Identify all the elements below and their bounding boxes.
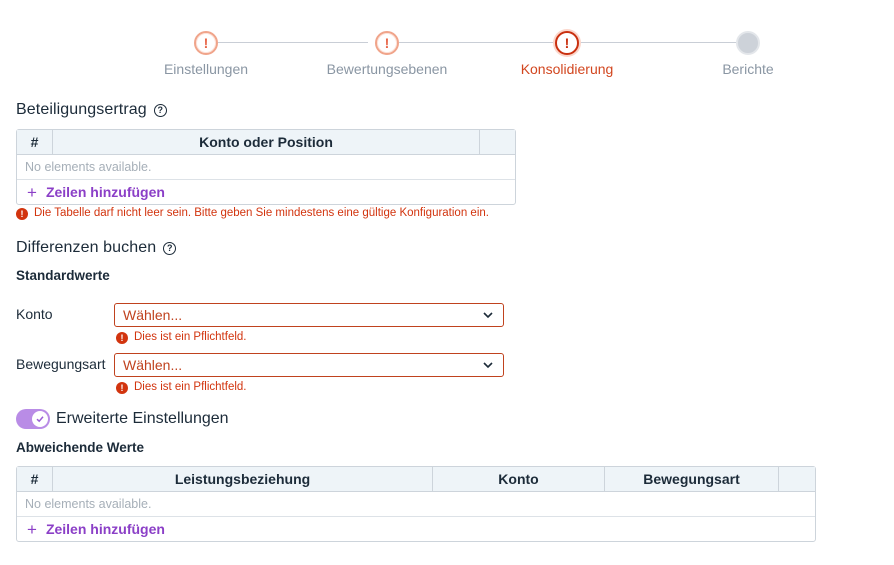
help-icon[interactable]: ? bbox=[153, 104, 167, 117]
column-header-leistungsbeziehung[interactable]: Leistungsbeziehung bbox=[53, 467, 433, 491]
abweichende-werte-table: # Leistungsbeziehung Konto Bewegungsart … bbox=[16, 466, 816, 542]
section-title-beteiligungsertrag: Beteiligungsertrag? bbox=[16, 101, 167, 119]
section-title-text: Beteiligungsertrag bbox=[16, 101, 147, 118]
bewegungsart-error-message: ! Dies ist ein Pflichtfeld. bbox=[116, 381, 247, 394]
step-label: Bewertungsebenen bbox=[326, 61, 448, 77]
advanced-settings-toggle[interactable] bbox=[16, 409, 50, 429]
step-einstellungen[interactable]: ! Einstellungen bbox=[126, 31, 286, 77]
add-rows-button[interactable]: + Zeilen hinzufügen bbox=[17, 517, 815, 541]
column-header-index[interactable]: # bbox=[17, 130, 53, 154]
bewegungsart-select[interactable]: Wählen... bbox=[114, 353, 504, 377]
chevron-down-icon bbox=[483, 312, 493, 319]
konto-error-message: ! Dies ist ein Pflichtfeld. bbox=[116, 331, 247, 344]
plus-icon: + bbox=[27, 182, 37, 202]
add-rows-button[interactable]: + Zeilen hinzufügen bbox=[17, 180, 515, 204]
konto-label: Konto bbox=[16, 306, 53, 322]
chevron-down-icon bbox=[483, 362, 493, 369]
help-icon[interactable]: ? bbox=[163, 242, 177, 255]
error-icon: ! bbox=[16, 208, 28, 220]
table-header: # Konto oder Position bbox=[17, 130, 515, 155]
column-header-konto-position[interactable]: Konto oder Position bbox=[53, 130, 480, 154]
add-rows-label: Zeilen hinzufügen bbox=[45, 184, 165, 200]
advanced-settings-row: Erweiterte Einstellungen bbox=[16, 409, 229, 429]
step-label: Berichte bbox=[722, 61, 774, 77]
column-header-konto[interactable]: Konto bbox=[433, 467, 605, 491]
plus-icon: + bbox=[27, 519, 37, 539]
add-rows-label: Zeilen hinzufügen bbox=[45, 521, 165, 537]
step-bewertungsebenen[interactable]: ! Bewertungsebenen bbox=[307, 31, 467, 77]
column-header-actions bbox=[480, 130, 515, 154]
column-header-bewegungsart[interactable]: Bewegungsart bbox=[605, 467, 779, 491]
section-title-text: Differenzen buchen bbox=[16, 239, 157, 256]
beteiligung-table: # Konto oder Position No elements availa… bbox=[16, 129, 516, 205]
pending-step-icon bbox=[736, 31, 760, 55]
step-berichte[interactable]: Berichte bbox=[668, 31, 828, 77]
stepper: ! Einstellungen ! Bewertungsebenen ! Kon… bbox=[0, 0, 894, 80]
table-error-message: ! Die Tabelle darf nicht leer sein. Bitte… bbox=[16, 207, 489, 220]
bewegungsart-label: Bewegungsart bbox=[16, 356, 106, 372]
warning-icon: ! bbox=[375, 31, 399, 55]
subtitle-abweichende-werte: Abweichende Werte bbox=[16, 440, 145, 455]
advanced-settings-label: Erweiterte Einstellungen bbox=[56, 410, 229, 427]
empty-table-message: No elements available. bbox=[17, 155, 515, 180]
step-label: Einstellungen bbox=[163, 61, 249, 77]
error-icon: ! bbox=[116, 332, 128, 344]
error-icon: ! bbox=[116, 382, 128, 394]
warning-icon: ! bbox=[194, 31, 218, 55]
column-header-actions bbox=[779, 467, 815, 491]
konto-select-value: Wählen... bbox=[123, 307, 183, 323]
checkmark-icon bbox=[32, 411, 48, 427]
subtitle-standardwerte: Standardwerte bbox=[16, 268, 110, 283]
step-label: Konsolidierung bbox=[520, 61, 614, 77]
konto-select[interactable]: Wählen... bbox=[114, 303, 504, 327]
error-text: Dies ist ein Pflichtfeld. bbox=[134, 331, 247, 343]
empty-table-message: No elements available. bbox=[17, 492, 815, 517]
error-text: Dies ist ein Pflichtfeld. bbox=[134, 381, 247, 393]
error-icon: ! bbox=[555, 31, 579, 55]
bewegungsart-select-value: Wählen... bbox=[123, 357, 183, 373]
column-header-index[interactable]: # bbox=[17, 467, 53, 491]
step-konsolidierung[interactable]: ! Konsolidierung bbox=[487, 31, 647, 77]
table-header: # Leistungsbeziehung Konto Bewegungsart bbox=[17, 467, 815, 492]
section-title-differenzen: Differenzen buchen? bbox=[16, 239, 177, 257]
error-text: Die Tabelle darf nicht leer sein. Bitte … bbox=[34, 207, 489, 219]
